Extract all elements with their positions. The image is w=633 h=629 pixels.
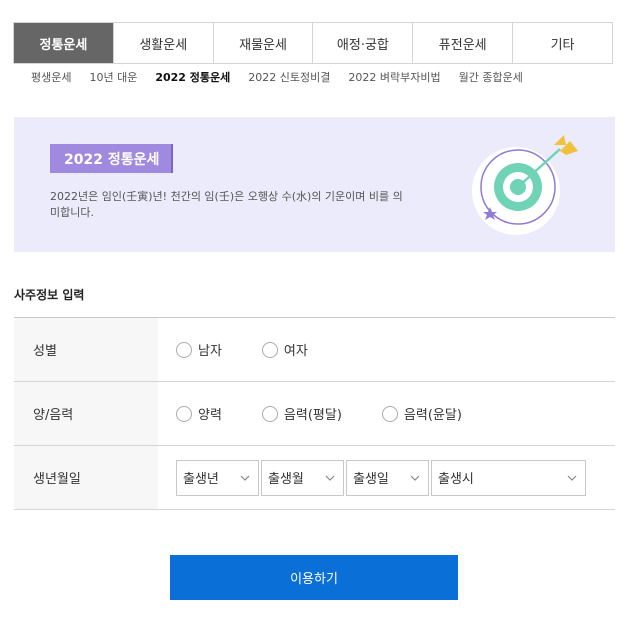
radio-label: 양력: [198, 408, 222, 423]
gender-male-radio[interactable]: 남자: [176, 340, 222, 359]
target-arrow-icon: [472, 135, 578, 235]
tab-life-fortune[interactable]: 생활운세: [112, 23, 213, 63]
submit-button[interactable]: 이용하기: [170, 555, 458, 600]
radio-label: 음력(윤달): [403, 408, 462, 423]
birth-month-select[interactable]: 출생월: [261, 459, 344, 496]
birth-hour-select[interactable]: 출생시: [431, 459, 586, 496]
calendar-solar-radio[interactable]: 양력: [176, 404, 222, 423]
select-value: 출생월: [268, 472, 304, 487]
calendar-lunar-normal-radio[interactable]: 음력(평달): [261, 404, 342, 423]
radio-label: 여자: [283, 344, 308, 359]
radio-circle-icon: [176, 405, 192, 422]
select-value: 출생일: [353, 472, 389, 487]
form-row-birth-date: 생년월일 출생년 출생월 출생일 출생시: [14, 446, 615, 510]
birth-year-select[interactable]: 출생년: [176, 459, 259, 496]
select-value: 출생시: [438, 472, 474, 487]
form-row-gender: 성별 남자 여자: [14, 318, 615, 382]
radio-circle-icon: [261, 405, 278, 422]
tab-wealth-fortune[interactable]: 재물운세: [212, 23, 313, 63]
select-value: 출생년: [183, 472, 219, 487]
radio-circle-icon: [261, 341, 278, 358]
category-tabs: 정통운세 생활운세 재물운세 애정·궁합 퓨전운세 기타: [13, 22, 613, 64]
intro-banner: 2022 정통운세 2022년은 임인(壬寅)년! 천간의 임(壬)은 오행상 …: [14, 117, 615, 252]
subnav-2022-traditional-fortune[interactable]: 2022 정통운세: [155, 69, 230, 85]
chevron-down-icon: [325, 475, 335, 481]
gender-label: 성별: [14, 318, 158, 381]
birth-day-select[interactable]: 출생일: [346, 459, 429, 496]
calendar-lunar-leap-radio[interactable]: 음력(윤달): [381, 404, 462, 423]
subnav-2022-tojeong[interactable]: 2022 신토정비결: [248, 69, 330, 85]
banner-description: 2022년은 임인(壬寅)년! 천간의 임(壬)은 오행상 수(水)의 기운이며…: [50, 190, 403, 219]
radio-label: 음력(평달): [283, 408, 342, 423]
gender-female-radio[interactable]: 여자: [261, 340, 308, 359]
form-row-calendar-type: 양/음력 양력 음력(평달) 음력(윤달): [14, 382, 615, 446]
calendar-type-label: 양/음력: [14, 382, 158, 445]
radio-label: 남자: [198, 344, 222, 359]
subnav-10-year-fortune[interactable]: 10년 대운: [89, 69, 137, 85]
subnav-lifetime-fortune[interactable]: 평생운세: [31, 69, 71, 85]
tab-etc[interactable]: 기타: [512, 23, 612, 63]
sub-navigation: 평생운세 10년 대운 2022 정통운세 2022 신토정비결 2022 벼락…: [31, 69, 523, 85]
tab-traditional-fortune[interactable]: 정통운세: [14, 23, 113, 63]
birth-date-label: 생년월일: [14, 446, 158, 509]
banner-title: 2022 정통운세: [50, 144, 174, 173]
tab-fusion-fortune[interactable]: 퓨전운세: [412, 23, 512, 63]
radio-circle-icon: [176, 341, 192, 358]
radio-circle-icon: [381, 405, 398, 422]
subnav-monthly-fortune[interactable]: 월간 종합운세: [459, 69, 523, 85]
chevron-down-icon: [240, 475, 250, 481]
section-title-saju-input: 사주정보 입력: [14, 288, 85, 302]
tab-love-compatibility[interactable]: 애정·궁합: [312, 23, 412, 63]
chevron-down-icon: [410, 475, 420, 481]
subnav-2022-rich-secret[interactable]: 2022 벼락부자비법: [348, 69, 440, 85]
saju-input-form: 성별 남자 여자 양/음력 양력 음력(평달) 음력(윤달) 생년월일 출생년 …: [14, 317, 615, 510]
chevron-down-icon: [567, 475, 577, 481]
